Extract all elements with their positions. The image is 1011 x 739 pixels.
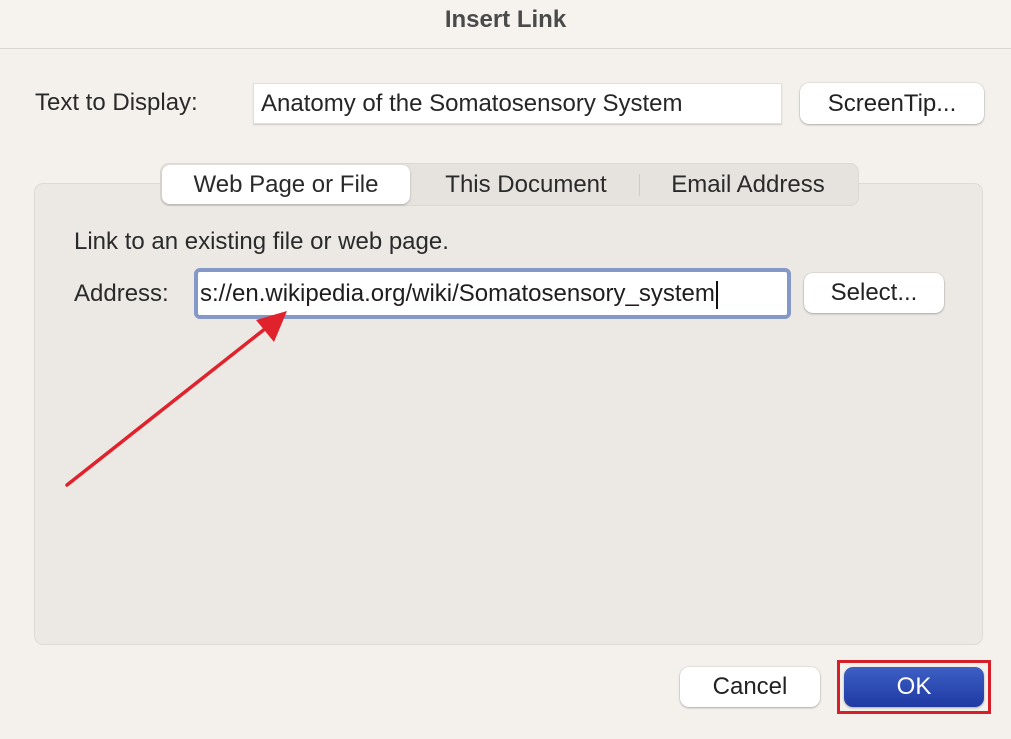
tab-this-document[interactable]: This Document: [413, 164, 639, 205]
text-to-display-label: Text to Display:: [35, 89, 198, 116]
tab-email-address[interactable]: Email Address: [641, 164, 855, 205]
text-to-display-input[interactable]: Anatomy of the Somatosensory System: [253, 83, 782, 124]
tab-web-page-or-file[interactable]: Web Page or File: [162, 165, 410, 204]
address-input[interactable]: s://en.wikipedia.org/wiki/Somatosensory_…: [198, 272, 787, 315]
title-bar: Insert Link: [0, 0, 1011, 49]
text-caret: [715, 280, 718, 309]
address-label: Address:: [74, 280, 169, 307]
screentip-button[interactable]: ScreenTip...: [800, 83, 984, 124]
address-value: s://en.wikipedia.org/wiki/Somatosensory_…: [200, 280, 715, 307]
address-field-focus-ring: s://en.wikipedia.org/wiki/Somatosensory_…: [194, 268, 791, 319]
tab-divider: [639, 174, 640, 196]
select-button[interactable]: Select...: [804, 273, 944, 313]
dialog-title: Insert Link: [444, 6, 567, 33]
ok-button[interactable]: OK: [844, 667, 984, 707]
instruction-text: Link to an existing file or web page.: [74, 228, 449, 255]
cancel-button[interactable]: Cancel: [680, 667, 820, 707]
link-type-tabs: Web Page or File This Document Email Add…: [160, 163, 859, 206]
